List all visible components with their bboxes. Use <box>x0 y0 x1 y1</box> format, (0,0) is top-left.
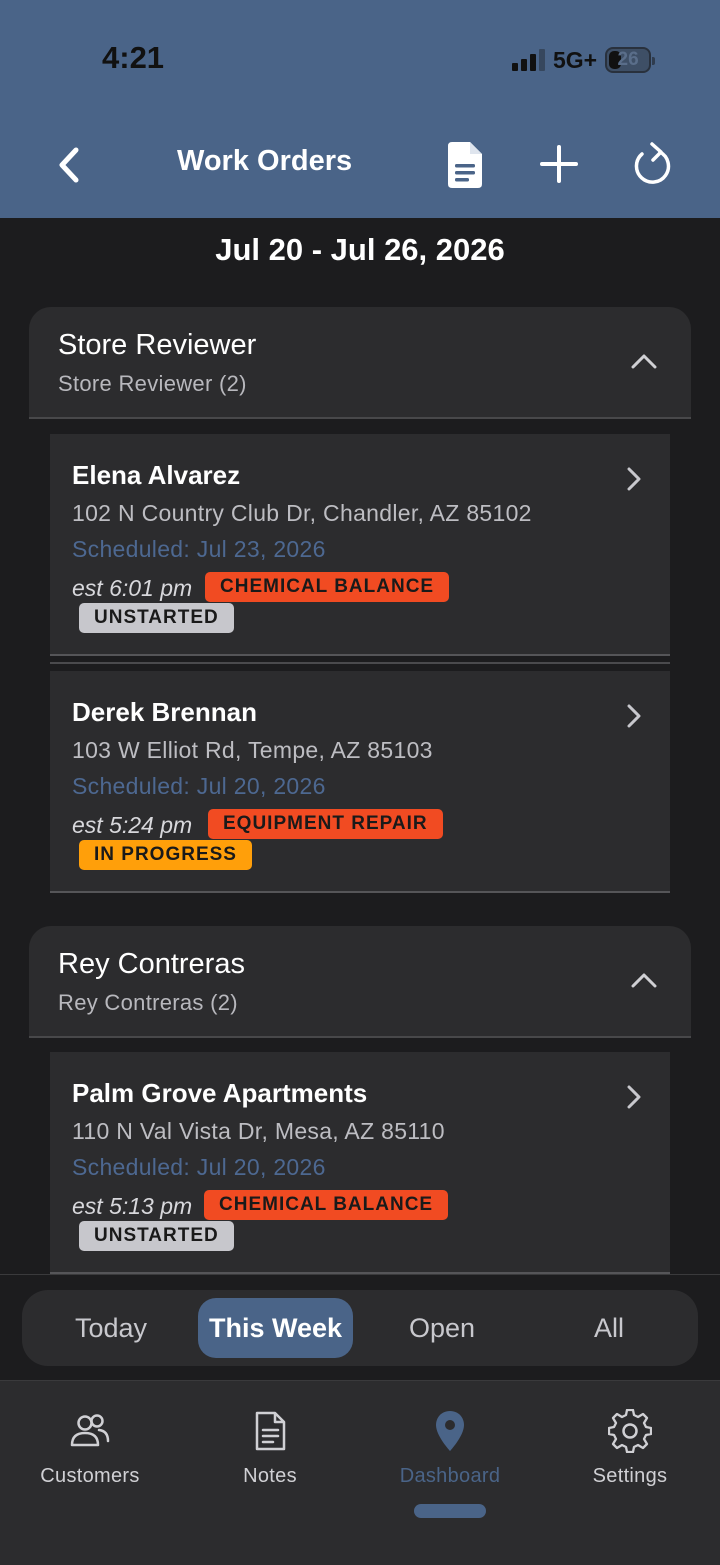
tab-customers[interactable]: Customers <box>0 1409 180 1488</box>
report-button[interactable] <box>442 140 488 190</box>
tab-bar: Customers Notes Dashboard Settings <box>0 1380 720 1565</box>
tab-label: Customers <box>40 1465 140 1487</box>
document-icon <box>448 142 482 188</box>
cellular-signal-icon <box>512 49 545 71</box>
scheduled-date: Scheduled: Jul 20, 2026 <box>72 1154 326 1180</box>
customer-name: Elena Alvarez <box>72 460 241 490</box>
estimated-time: est 6:01 pm <box>72 575 193 601</box>
app-header: 4:21 5G+ 26 Work Orders <box>0 0 720 218</box>
estimated-time: est 5:13 pm <box>72 1193 193 1219</box>
filter-bar: Today This Week Open All <box>0 1274 720 1380</box>
refresh-icon <box>634 142 671 184</box>
scheduled-date: Scheduled: Jul 20, 2026 <box>72 773 326 799</box>
filter-this-week[interactable]: This Week <box>198 1298 353 1358</box>
work-order-card[interactable]: Derek Brennan 103 W Elliot Rd, Tempe, AZ… <box>50 671 670 893</box>
service-type-tag: CHEMICAL BALANCE <box>205 572 450 602</box>
service-type-tag: EQUIPMENT REPAIR <box>208 809 443 839</box>
status-badge: IN PROGRESS <box>79 840 252 870</box>
scheduled-date: Scheduled: Jul 23, 2026 <box>72 536 326 562</box>
network-label: 5G+ <box>553 46 598 73</box>
battery-level: 26 <box>617 49 639 70</box>
tab-notes[interactable]: Notes <box>180 1409 360 1488</box>
card-divider <box>50 662 670 664</box>
back-chevron-icon <box>59 147 79 183</box>
back-button[interactable] <box>50 140 90 190</box>
location-pin-icon <box>436 1411 464 1451</box>
active-tab-indicator <box>414 1504 486 1518</box>
status-indicators: 5G+ 26 <box>512 44 656 76</box>
tab-dashboard[interactable]: Dashboard <box>360 1409 540 1488</box>
filter-today[interactable]: Today <box>42 1298 180 1358</box>
filter-segmented-control: Today This Week Open All <box>22 1290 698 1366</box>
gear-icon <box>608 1409 652 1453</box>
chevron-up-icon[interactable] <box>629 349 659 373</box>
group-header-rey-contreras[interactable]: Rey Contreras Rey Contreras (2) <box>29 926 691 1038</box>
work-order-card[interactable]: Palm Grove Apartments 110 N Val Vista Dr… <box>50 1052 670 1274</box>
service-type-tag: CHEMICAL BALANCE <box>204 1190 449 1220</box>
tab-label: Settings <box>592 1465 668 1487</box>
estimated-time: est 5:24 pm <box>72 812 193 838</box>
chevron-right-icon <box>627 1085 641 1109</box>
chevron-up-icon[interactable] <box>629 968 659 992</box>
plus-icon <box>540 145 578 183</box>
tab-label: Notes <box>243 1465 297 1487</box>
group-header-store-reviewer[interactable]: Store Reviewer Store Reviewer (2) <box>29 307 691 419</box>
group-title: Rey Contreras <box>58 948 245 980</box>
filter-open[interactable]: Open <box>372 1298 512 1358</box>
work-order-card[interactable]: Elena Alvarez 102 N Country Club Dr, Cha… <box>50 434 670 656</box>
group-title: Store Reviewer <box>58 329 257 361</box>
users-icon <box>70 1414 110 1447</box>
status-badge: UNSTARTED <box>79 1221 234 1251</box>
group-subtitle: Store Reviewer (2) <box>58 371 247 396</box>
chevron-right-icon <box>627 704 641 728</box>
address: 102 N Country Club Dr, Chandler, AZ 8510… <box>72 500 532 526</box>
customer-name: Derek Brennan <box>72 697 257 727</box>
status-badge: UNSTARTED <box>79 603 234 633</box>
address: 103 W Elliot Rd, Tempe, AZ 85103 <box>72 737 433 763</box>
tab-settings[interactable]: Settings <box>540 1409 720 1488</box>
page-title: Work Orders <box>177 145 353 177</box>
tab-label: Dashboard <box>399 1465 501 1487</box>
customer-name: Palm Grove Apartments <box>72 1078 368 1108</box>
address: 110 N Val Vista Dr, Mesa, AZ 85110 <box>72 1118 445 1144</box>
group-subtitle: Rey Contreras (2) <box>58 990 238 1015</box>
refresh-button[interactable] <box>630 140 676 190</box>
week-range-title: Jul 20 - Jul 26, 2026 <box>215 232 505 267</box>
chevron-right-icon <box>627 467 641 491</box>
add-work-order-button[interactable] <box>538 143 580 185</box>
battery-icon: 26 <box>605 47 656 73</box>
status-time: 4:21 <box>102 40 165 75</box>
filter-all[interactable]: All <box>540 1298 678 1358</box>
notes-icon <box>255 1411 286 1451</box>
